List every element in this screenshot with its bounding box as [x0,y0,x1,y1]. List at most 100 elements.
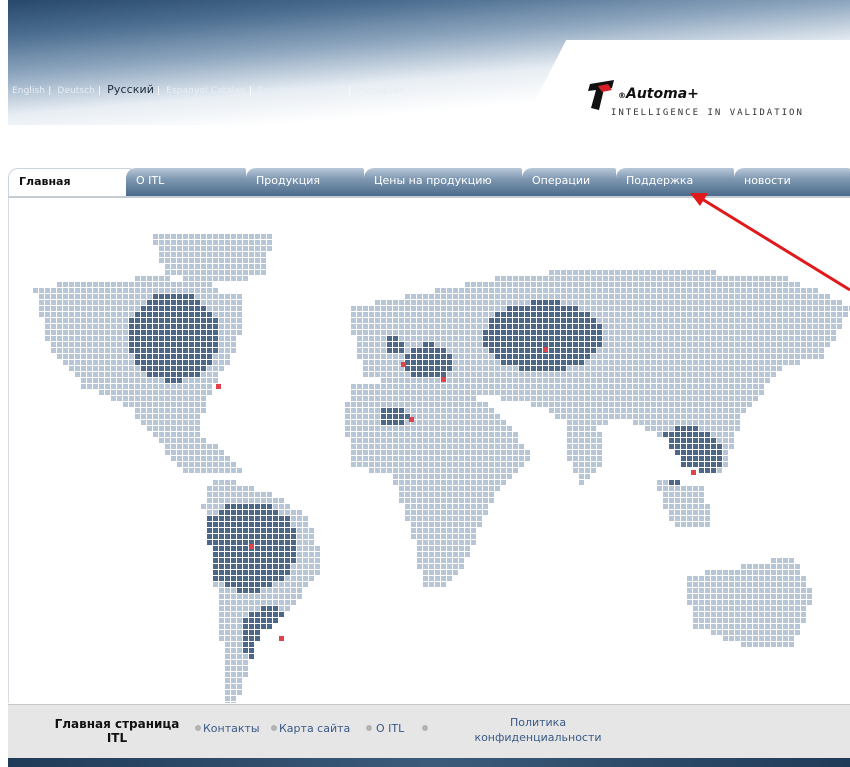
footer-contacts-link[interactable]: Контакты [203,722,260,735]
office-location-marker[interactable] [216,384,221,389]
map-region-cell [741,282,746,287]
office-location-marker[interactable] [691,470,696,475]
map-region-cell [291,576,296,581]
map-region-cell [735,276,740,281]
map-region-cell [687,582,692,587]
map-region-cell [279,606,284,611]
map-region-cell [141,390,146,395]
map-region-cell [459,504,464,509]
map-region-cell [447,552,452,557]
map-region-cell [417,474,422,479]
tab-home[interactable]: Главная [8,168,132,196]
lang-castellano[interactable]: Español Castellano [258,86,345,96]
map-region-cell-highlighted [243,570,248,575]
map-region-cell-highlighted [597,336,602,341]
map-region-cell [633,390,638,395]
map-region-cell-highlighted [189,324,194,329]
tab-support[interactable]: Поддержка [616,168,734,196]
office-location-marker[interactable] [543,347,548,352]
map-region-cell [189,456,194,461]
map-region-cell [117,354,122,359]
map-region-cell [213,480,218,485]
footer-home-link[interactable]: Главная страница ITL [42,717,192,745]
map-region-cell [669,360,674,365]
map-region-cell [429,474,434,479]
map-region-cell [237,270,242,275]
map-region-cell [687,354,692,359]
footer-sitemap-link[interactable]: Карта сайта [279,722,350,735]
map-region-cell [699,486,704,491]
map-region-cell-highlighted [243,522,248,527]
map-region-cell-highlighted [711,438,716,443]
map-region-cell [675,396,680,401]
map-region-cell [621,384,626,389]
map-region-cell [429,324,434,329]
footer-about-link[interactable]: О ITL [376,722,404,735]
map-region-cell [591,354,596,359]
map-region-cell-highlighted [243,642,248,647]
map-region-cell [207,300,212,305]
map-region-cell [531,378,536,383]
map-region-cell [765,582,770,587]
map-region-cell [159,432,164,437]
office-location-marker[interactable] [441,377,446,382]
map-region-cell [663,276,668,281]
map-region-cell-highlighted [231,564,236,569]
map-region-cell [783,336,788,341]
lang-russian[interactable]: Русский [107,83,154,96]
map-region-cell [669,318,674,323]
lang-catalan[interactable]: Espanyol Catalan [166,86,246,96]
office-location-marker[interactable] [409,417,414,422]
map-region-cell-highlighted [681,444,686,449]
map-region-cell [237,492,242,497]
map-region-cell [195,252,200,257]
map-region-cell-highlighted [267,618,272,623]
map-region-cell [363,414,368,419]
map-region-cell [759,288,764,293]
map-region-cell [129,372,134,377]
map-region-cell [225,234,230,239]
lang-english[interactable]: English [12,86,45,96]
map-region-cell [741,600,746,605]
map-region-cell [435,288,440,293]
company-logo[interactable]: ®Automa+ INTELLIGENCE IN VALIDATION [588,80,828,124]
map-region-cell [171,444,176,449]
map-region-cell [465,306,470,311]
map-region-cell-highlighted [441,348,446,353]
map-region-cell [237,486,242,491]
office-location-marker[interactable] [249,544,254,549]
lang-deutsch[interactable]: Deutsch [57,86,95,96]
office-location-marker[interactable] [401,362,406,367]
map-region-cell-highlighted [579,312,584,317]
map-region-cell-highlighted [513,348,518,353]
map-region-cell [225,594,230,599]
tab-news[interactable]: новости [734,168,850,196]
map-region-cell-highlighted [513,342,518,347]
lang-portuguese[interactable]: Português [357,86,403,96]
map-region-cell [129,360,134,365]
map-region-cell [603,336,608,341]
world-map[interactable] [9,198,850,703]
map-region-cell-highlighted [243,510,248,515]
map-region-cell [423,486,428,491]
map-region-cell [441,462,446,467]
map-region-cell-highlighted [507,306,512,311]
tab-about-itl[interactable]: О ITL [126,168,246,196]
map-region-cell [453,360,458,365]
map-region-cell [195,468,200,473]
map-region-cell [189,240,194,245]
map-region-cell [375,438,380,443]
map-region-cell [591,426,596,431]
tab-prices[interactable]: Цены на продукцию [364,168,522,196]
map-region-cell-highlighted [693,438,698,443]
map-region-cell [513,276,518,281]
tab-operations[interactable]: Операции [522,168,616,196]
map-region-cell-highlighted [537,330,542,335]
map-region-cell [615,336,620,341]
tab-products[interactable]: Продукция [246,168,364,196]
map-region-cell-highlighted [171,360,176,365]
map-region-cell [723,582,728,587]
office-location-marker[interactable] [279,636,284,641]
map-region-cell [477,330,482,335]
footer-privacy-link[interactable]: Политика конфиденциальности [458,715,618,745]
